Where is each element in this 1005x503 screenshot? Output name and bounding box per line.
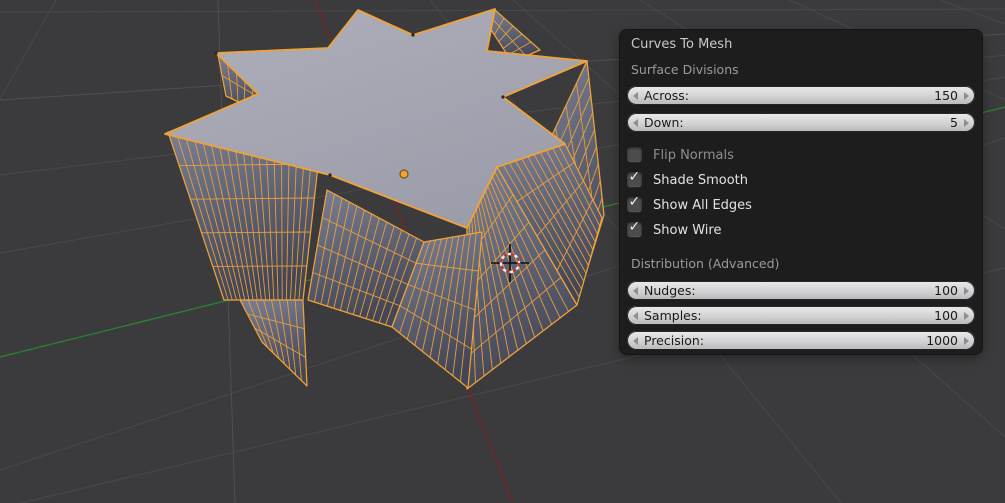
slider-value: 100 [934,308,958,323]
nudges-slider[interactable]: Nudges: 100 [627,281,975,300]
checkbox-box[interactable]: ✓ [627,147,642,162]
slider-label: Nudges: [644,283,696,298]
slider-value: 5 [950,115,958,130]
slider-increase-arrow-icon[interactable] [964,92,969,100]
slider-decrease-arrow-icon[interactable] [633,119,638,127]
slider-increase-arrow-icon[interactable] [964,337,969,345]
slider-value: 1000 [926,333,958,348]
star-mesh-object[interactable] [165,9,604,389]
slider-label: Across: [644,88,689,103]
slider-value: 150 [934,88,958,103]
object-origin-dot [400,170,408,178]
slider-decrease-arrow-icon[interactable] [633,92,638,100]
surface-divisions-label: Surface Divisions [631,62,739,77]
curves-to-mesh-panel: Curves To Mesh Surface Divisions Across:… [620,30,982,354]
checkbox-box[interactable]: ✓ [627,222,642,237]
checkmark-icon: ✓ [629,194,641,210]
slider-increase-arrow-icon[interactable] [964,119,969,127]
slider-decrease-arrow-icon[interactable] [633,312,638,320]
slider-label: Samples: [644,308,702,323]
slider-decrease-arrow-icon[interactable] [633,337,638,345]
checkmark-icon: ✓ [629,169,641,185]
precision-slider[interactable]: Precision: 1000 [627,331,975,350]
blender-window: Curves To Mesh Surface Divisions Across:… [0,0,1005,503]
slider-decrease-arrow-icon[interactable] [633,287,638,295]
across-slider[interactable]: Across: 150 [627,86,975,105]
checkbox-label: Flip Normals [653,148,734,163]
slider-label: Precision: [644,333,704,348]
panel-title: Curves To Mesh [631,37,732,52]
checkbox-label: Show Wire [653,223,721,238]
slider-label: Down: [644,115,684,130]
slider-increase-arrow-icon[interactable] [964,312,969,320]
slider-value: 100 [934,283,958,298]
slider-increase-arrow-icon[interactable] [964,287,969,295]
checkbox-box[interactable]: ✓ [627,197,642,212]
down-slider[interactable]: Down: 5 [627,113,975,132]
distribution-advanced-label: Distribution (Advanced) [631,256,779,271]
samples-slider[interactable]: Samples: 100 [627,306,975,325]
checkbox-label: Shade Smooth [653,173,748,188]
checkmark-icon: ✓ [629,219,641,235]
checkbox-box[interactable]: ✓ [627,172,642,187]
checkbox-label: Show All Edges [653,198,752,213]
